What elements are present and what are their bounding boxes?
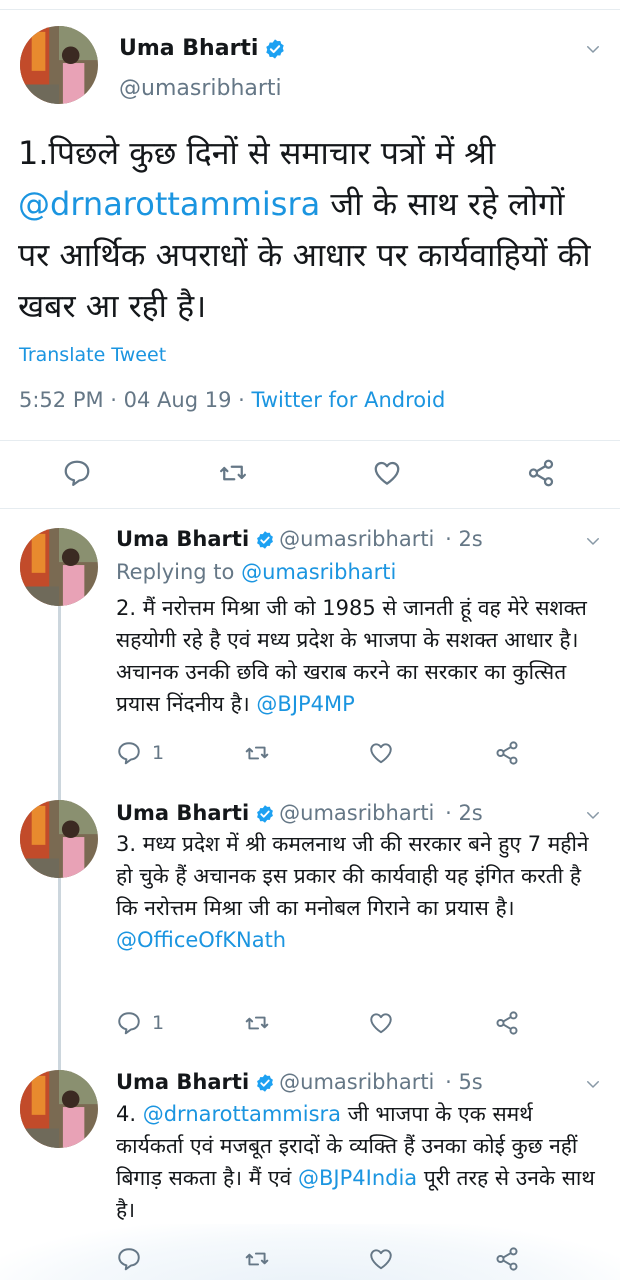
- mention-link[interactable]: @drnarottammisra: [18, 185, 320, 223]
- post-time: · 2s: [445, 527, 483, 551]
- retweet-icon[interactable]: [244, 1246, 270, 1272]
- timestamp[interactable]: 5:52 PM · 04 Aug 19 ·: [19, 388, 251, 412]
- like-icon[interactable]: [372, 458, 402, 488]
- post-time: · 5s: [445, 1070, 483, 1094]
- mention-link[interactable]: @BJP4MP: [256, 692, 354, 716]
- replying-to-label: Replying to: [116, 560, 242, 584]
- chevron-down-icon[interactable]: [584, 806, 602, 824]
- verified-icon: [255, 530, 275, 550]
- retweet-icon[interactable]: [218, 458, 248, 488]
- avatar[interactable]: [20, 26, 98, 104]
- mention-link[interactable]: @OfficeOfKNath: [116, 928, 286, 952]
- author-handle[interactable]: @umasribharti: [279, 1070, 434, 1094]
- reply-icon[interactable]: [62, 458, 92, 488]
- share-icon[interactable]: [494, 740, 520, 766]
- author-name[interactable]: Uma Bharti: [119, 36, 258, 61]
- tweet-meta: 5:52 PM · 04 Aug 19 · Twitter for Androi…: [19, 388, 445, 412]
- share-icon[interactable]: [494, 1010, 520, 1036]
- chevron-down-icon[interactable]: [584, 532, 602, 550]
- author-name[interactable]: Uma Bharti: [116, 1070, 249, 1094]
- reply-count: 1: [152, 1012, 165, 1034]
- tweet-text: 4. @drnarottammisra जी भाजपा के एक समर्थ…: [116, 1098, 596, 1226]
- tweet-text: 3. मध्य प्रदेश में श्री कमलनाथ जी की सरक…: [116, 828, 596, 956]
- divider: [0, 508, 620, 509]
- retweet-icon[interactable]: [244, 1010, 270, 1036]
- avatar[interactable]: [20, 800, 98, 878]
- avatar[interactable]: [20, 1070, 98, 1148]
- share-icon[interactable]: [526, 458, 556, 488]
- mention-link[interactable]: @BJP4India: [298, 1166, 417, 1190]
- mention-link[interactable]: @drnarottammisra: [143, 1102, 341, 1126]
- replying-to: Replying to @umasribharti: [116, 560, 396, 584]
- tweet-text-part1: 1.पिछले कुछ दिनों से समाचार पत्रों में श…: [18, 134, 496, 172]
- tweet-text: 1.पिछले कुछ दिनों से समाचार पत्रों में श…: [18, 128, 603, 332]
- author-name[interactable]: Uma Bharti: [116, 527, 249, 551]
- top-divider: [0, 9, 620, 10]
- reply-count: 1: [152, 742, 165, 764]
- reply-icon[interactable]: [116, 1246, 142, 1272]
- reply-icon[interactable]: [116, 1010, 142, 1036]
- verified-icon: [264, 38, 286, 60]
- verified-icon: [255, 1073, 275, 1093]
- tweet-body: 3. मध्य प्रदेश में श्री कमलनाथ जी की सरक…: [116, 832, 589, 920]
- like-icon[interactable]: [368, 1246, 394, 1272]
- author-handle[interactable]: @umasribharti: [279, 527, 434, 551]
- chevron-down-icon[interactable]: [584, 40, 602, 58]
- divider: [0, 440, 620, 441]
- tweet-prefix: 4.: [116, 1102, 143, 1126]
- author-handle[interactable]: @umasribharti: [119, 76, 282, 101]
- share-icon[interactable]: [494, 1246, 520, 1272]
- chevron-down-icon[interactable]: [584, 1075, 602, 1093]
- source-link[interactable]: Twitter for Android: [251, 388, 445, 412]
- tweet-text: 2. मैं नरोत्तम मिश्रा जी को 1985 से जानत…: [116, 592, 596, 720]
- avatar[interactable]: [20, 528, 98, 606]
- translate-tweet-link[interactable]: Translate Tweet: [19, 344, 166, 366]
- reply-header: Uma Bharti @umasribharti · 2s: [116, 800, 483, 826]
- verified-icon: [255, 804, 275, 824]
- author-handle[interactable]: @umasribharti: [279, 801, 434, 825]
- like-icon[interactable]: [368, 740, 394, 766]
- reply-header: Uma Bharti @umasribharti · 5s: [116, 1069, 483, 1095]
- reply-icon[interactable]: [116, 740, 142, 766]
- bottom-fade: [0, 1224, 620, 1280]
- author-name[interactable]: Uma Bharti: [116, 801, 249, 825]
- like-icon[interactable]: [368, 1010, 394, 1036]
- retweet-icon[interactable]: [244, 740, 270, 766]
- author-name-row[interactable]: Uma Bharti: [119, 36, 286, 62]
- post-time: · 2s: [445, 801, 483, 825]
- replying-to-mention[interactable]: @umasribharti: [241, 560, 396, 584]
- reply-header: Uma Bharti @umasribharti · 2s: [116, 526, 483, 552]
